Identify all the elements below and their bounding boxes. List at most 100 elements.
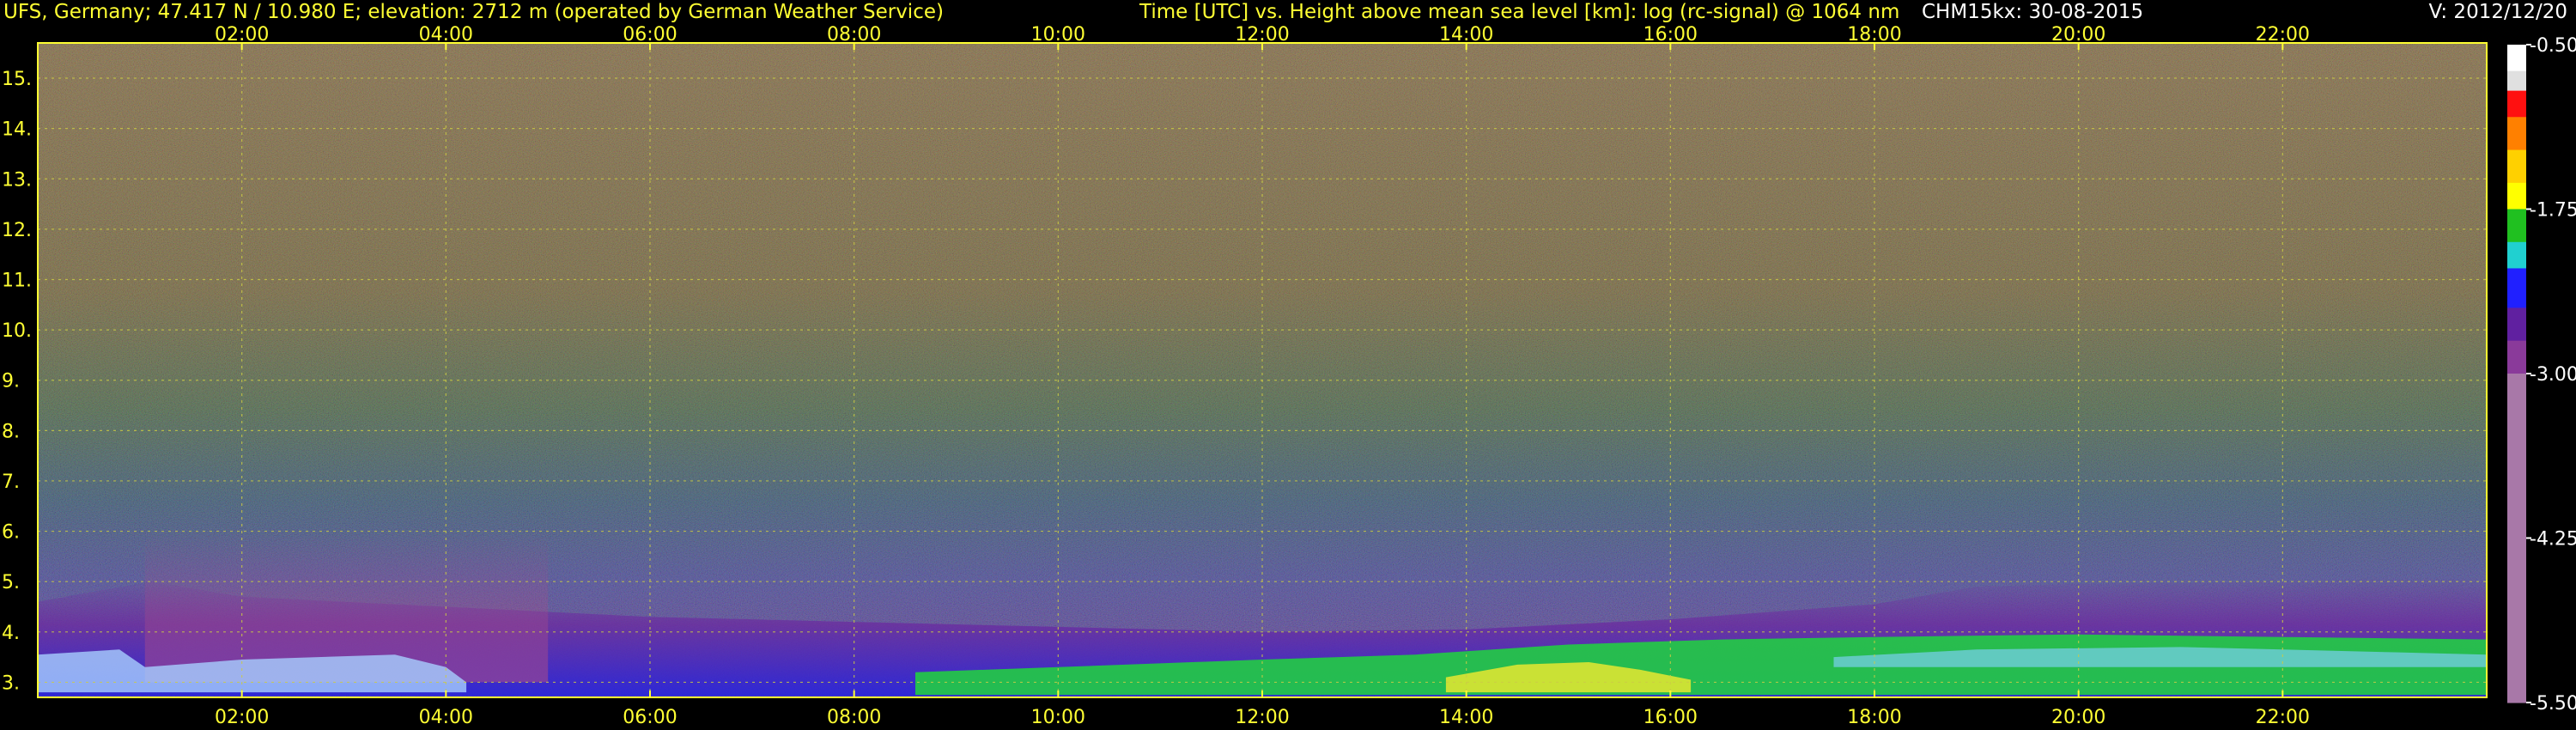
colorbar-segment (2507, 283, 2526, 293)
colorbar-tick-label: -4.25 (2530, 529, 2576, 551)
y-tick-label: 10. (2, 320, 32, 342)
colorbar-segment (2507, 158, 2526, 167)
colorbar-segment (2507, 624, 2526, 634)
colorbar-segment (2507, 225, 2526, 234)
colorbar-segment (2507, 117, 2526, 126)
y-tick-label: 5. (2, 572, 20, 593)
x-tick-label: 16:00 (1643, 707, 1698, 728)
colorbar-segment (2507, 589, 2526, 599)
colorbar-segment (2507, 217, 2526, 227)
colorbar-segment (2507, 300, 2526, 308)
colorbar-segment (2507, 307, 2526, 317)
colorbar-segment (2507, 459, 2526, 470)
colorbar-segment (2507, 555, 2526, 565)
y-tick-label: 15. (2, 69, 32, 90)
colorbar-segment (2507, 99, 2526, 109)
x-tick-label: 18:00 (1847, 24, 1901, 46)
colorbar-segment (2507, 495, 2526, 504)
colorbar-segment (2507, 399, 2526, 409)
colorbar-segment (2507, 417, 2526, 427)
colorbar-segment (2507, 45, 2526, 54)
x-tick-label: 18:00 (1847, 707, 1901, 728)
colorbar-segment (2507, 434, 2526, 444)
colorbar-segment (2507, 365, 2526, 374)
colorbar-tick-label: -3.00 (2530, 364, 2576, 386)
y-tick-label: 11. (2, 270, 32, 291)
colorbar-segment (2507, 209, 2526, 218)
colorbar-segment (2507, 332, 2526, 342)
colorbar-segment (2507, 108, 2526, 118)
colorbar-segment (2507, 667, 2526, 678)
colorbar-segment (2507, 650, 2526, 660)
colorbar-segment (2507, 442, 2526, 453)
x-tick-label: 14:00 (1439, 707, 1493, 728)
colorbar-segment (2507, 581, 2526, 591)
colorbar-segment (2507, 451, 2526, 461)
colorbar-segment (2507, 356, 2526, 367)
colorbar-segment (2507, 90, 2526, 100)
colorbar-segment (2507, 684, 2526, 695)
colorbar-segment (2507, 374, 2526, 383)
x-tick-label: 08:00 (827, 707, 881, 728)
x-tick-label: 14:00 (1439, 24, 1493, 46)
colorbar-segment (2507, 324, 2526, 333)
colorbar-segment (2507, 53, 2526, 64)
colorbar-segment (2507, 486, 2526, 496)
ceilometer-chart: 02:00 04:00 06:00 08:00 10:00 12:00 14:00 16:00… (2, 24, 2576, 728)
colorbar-segment (2507, 241, 2526, 252)
colorbar-segment (2507, 607, 2526, 617)
x-tick-label: 08:00 (827, 24, 881, 46)
colorbar-segment (2507, 149, 2526, 159)
colorbar-segment (2507, 315, 2526, 325)
colorbar-segment (2507, 70, 2526, 82)
colorbar-segment (2507, 340, 2526, 350)
colorbar-segment (2507, 633, 2526, 643)
x-tick-label: 20:00 (2051, 24, 2105, 46)
x-tick-label: 22:00 (2256, 24, 2310, 46)
colorbar-segment (2507, 642, 2526, 652)
colorbar-segment (2507, 529, 2526, 539)
colorbar-segment (2507, 512, 2526, 521)
colorbar-segment (2507, 616, 2526, 625)
colorbar-segment (2507, 477, 2526, 487)
colorbar-segment (2507, 133, 2526, 143)
colorbar-segment (2507, 503, 2526, 513)
colorbar-segment (2507, 572, 2526, 582)
colorbar-segment (2507, 166, 2526, 175)
colorbar-segment (2507, 125, 2526, 135)
x-tick-label: 06:00 (623, 707, 677, 728)
x-tick-label: 04:00 (419, 707, 473, 728)
colorbar-segment (2507, 546, 2526, 557)
colorbar-segment (2507, 182, 2526, 192)
x-tick-label: 06:00 (623, 24, 677, 46)
y-tick-label: 14. (2, 119, 32, 141)
x-tick-label: 20:00 (2051, 707, 2105, 728)
colorbar-segment (2507, 408, 2526, 417)
colorbar-segment (2507, 599, 2526, 608)
y-tick-label: 13. (2, 169, 32, 191)
colorbar-segment (2507, 468, 2526, 478)
colorbar-segment (2507, 276, 2526, 285)
colorbar-segment (2507, 349, 2526, 358)
colorbar-tick-label: -0.50 (2530, 35, 2576, 57)
y-axis: 3. 4. 5. 6. 7. 8. 9. 10. 11. 12. 13. 14. 15. (2, 69, 32, 694)
x-tick-label: 10:00 (1031, 24, 1085, 46)
colorbar-segment (2507, 251, 2526, 260)
x-tick-label: 22:00 (2256, 707, 2310, 728)
colorbar: -0.50 -1.75 -3.00 -4.25 -5.50 (2507, 35, 2576, 715)
y-tick-label: 12. (2, 220, 32, 241)
colorbar-segment (2507, 382, 2526, 392)
colorbar-segment (2507, 659, 2526, 669)
colorbar-segment (2507, 174, 2526, 184)
colorbar-segment (2507, 192, 2526, 201)
y-tick-label: 3. (2, 672, 20, 694)
y-tick-label: 7. (2, 471, 20, 493)
colorbar-segment (2507, 292, 2526, 301)
colorbar-segment (2507, 81, 2526, 92)
colorbar-segment (2507, 391, 2526, 400)
colorbar-segment (2507, 141, 2526, 151)
colorbar-segment (2507, 520, 2526, 531)
y-tick-label: 4. (2, 623, 20, 644)
colorbar-segment (2507, 676, 2526, 686)
x-tick-label: 10:00 (1031, 707, 1085, 728)
